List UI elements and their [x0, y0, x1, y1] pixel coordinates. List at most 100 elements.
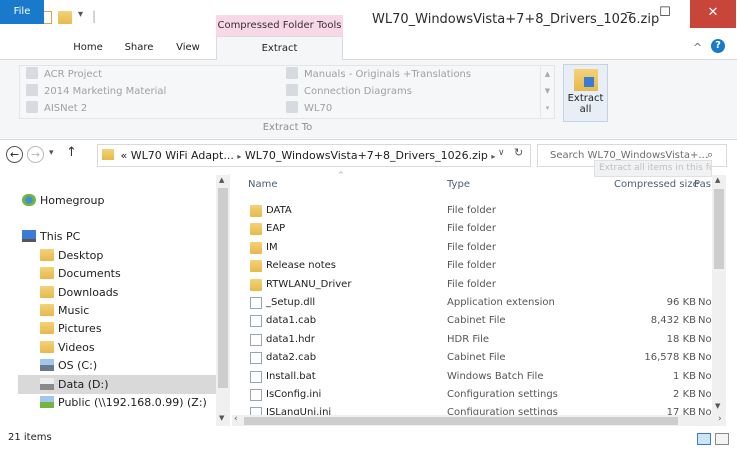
- homegroup-icon: [22, 194, 36, 206]
- destination-item[interactable]: WL70: [286, 100, 332, 117]
- collapse-ribbon-icon[interactable]: ^: [693, 41, 702, 54]
- item-count: 21 items: [8, 432, 52, 443]
- nav-item-pictures[interactable]: Pictures: [40, 320, 102, 338]
- file-row[interactable]: _Setup.dll Application extension 96 KB No: [242, 294, 712, 312]
- file-size: 8,432 KB: [650, 315, 696, 327]
- list-horizontal-scroll-thumb[interactable]: [244, 417, 678, 425]
- nav-item-os-c[interactable]: OS (C:): [40, 357, 97, 375]
- file-row[interactable]: IsConfig.ini Configuration settings 2 KB No: [242, 386, 712, 404]
- computer-icon: [22, 230, 36, 242]
- file-row[interactable]: data1.cab Cabinet File 8,432 KB No: [242, 312, 712, 330]
- folder-row[interactable]: Release notes File folder: [242, 257, 712, 275]
- group-label-extract-to: Extract To: [262, 122, 313, 133]
- nav-item-data-d[interactable]: Data (D:): [40, 376, 109, 394]
- file-type: Application extension: [447, 297, 555, 308]
- file-icon: [250, 333, 262, 346]
- minimize-button[interactable]: –: [614, 0, 644, 28]
- recent-locations-icon[interactable]: ▾: [49, 148, 54, 158]
- refresh-icon[interactable]: ↻: [514, 146, 523, 159]
- nav-item-documents[interactable]: Documents: [40, 265, 121, 283]
- scroll-up-icon[interactable]: ▲: [715, 176, 720, 184]
- folder-row[interactable]: DATA File folder: [242, 202, 712, 220]
- file-name: Install.bat: [266, 370, 316, 382]
- breadcrumb-segment[interactable]: WL70 WiFi Adapt...: [131, 149, 234, 162]
- destination-item[interactable]: AISNet 2: [26, 100, 87, 117]
- folder-icon: [286, 67, 298, 79]
- file-row[interactable]: data1.hdr HDR File 18 KB No: [242, 331, 712, 349]
- destination-item[interactable]: Connection Diagrams: [286, 83, 412, 100]
- sort-indicator-icon: ^: [338, 171, 344, 179]
- scroll-right-icon[interactable]: ›: [718, 414, 722, 424]
- destination-item[interactable]: 2014 Marketing Material: [26, 83, 166, 100]
- list-vertical-scroll-thumb[interactable]: [714, 189, 724, 269]
- destination-item[interactable]: ACR Project: [26, 66, 102, 83]
- pictures-folder-icon: [40, 322, 54, 334]
- column-header-name[interactable]: Name: [248, 179, 278, 190]
- file-type: File folder: [447, 241, 496, 253]
- file-type: File folder: [447, 260, 496, 272]
- file-type: Cabinet File: [447, 352, 506, 364]
- drive-icon: [40, 359, 54, 371]
- nav-item-public-z[interactable]: Public (\\192.168.0.99) (Z:): [40, 394, 207, 412]
- file-type: File folder: [447, 205, 496, 216]
- breadcrumb-segment[interactable]: WL70_WindowsVista+7+8_Drivers_1026.zip: [245, 149, 488, 162]
- tab-extract[interactable]: Extract: [216, 36, 343, 61]
- address-bar[interactable]: « WL70 WiFi Adapt... ▸ WL70_WindowsVista…: [97, 144, 531, 167]
- file-type: File folder: [447, 223, 496, 235]
- scroll-up-icon[interactable]: ▲: [219, 176, 224, 184]
- column-header-compressed-size[interactable]: Compressed size: [614, 179, 699, 190]
- tab-home[interactable]: Home: [68, 36, 108, 60]
- drive-icon: [40, 378, 54, 390]
- details-view-icon[interactable]: [697, 433, 711, 445]
- scroll-down-icon[interactable]: ▼: [219, 414, 224, 422]
- address-dropdown-icon[interactable]: ∨: [498, 148, 505, 158]
- file-row[interactable]: data2.cab Cabinet File 16,578 KB No: [242, 349, 712, 367]
- help-icon[interactable]: ?: [711, 39, 725, 53]
- nav-scroll-thumb[interactable]: [218, 188, 228, 388]
- file-icon: [250, 389, 262, 401]
- file-size: 1 KB: [673, 370, 696, 382]
- scroll-left-icon[interactable]: ‹: [234, 414, 238, 424]
- folder-row[interactable]: RTWLANU_Driver File folder: [242, 276, 712, 294]
- destination-item[interactable]: Manuals - Originals +Translations: [286, 66, 471, 83]
- back-icon[interactable]: ←: [6, 146, 23, 163]
- tab-file[interactable]: File: [0, 0, 44, 24]
- maximize-button[interactable]: ☐: [650, 0, 680, 28]
- nav-item-downloads[interactable]: Downloads: [40, 284, 118, 302]
- extract-all-button[interactable]: Extract all: [563, 64, 608, 122]
- close-button[interactable]: ✕: [690, 0, 736, 28]
- chevron-right-icon[interactable]: ▸: [491, 152, 495, 161]
- nav-this-pc[interactable]: This PC: [22, 228, 80, 246]
- nav-item-desktop[interactable]: Desktop: [40, 247, 103, 265]
- column-header-type[interactable]: Type: [447, 179, 470, 190]
- file-name: RTWLANU_Driver: [266, 278, 352, 290]
- folder-icon: [250, 241, 262, 254]
- chevron-right-icon[interactable]: ▸: [237, 152, 241, 161]
- extract-all-icon: [573, 69, 598, 91]
- videos-folder-icon: [40, 341, 54, 353]
- forward-icon[interactable]: →: [27, 146, 44, 163]
- file-type: File folder: [447, 278, 496, 290]
- file-name: IsConfig.ini: [266, 389, 322, 400]
- file-size: 16,578 KB: [644, 352, 696, 364]
- scroll-down-icon[interactable]: ▼: [715, 402, 720, 410]
- nav-homegroup[interactable]: Homegroup: [22, 192, 104, 210]
- nav-item-videos[interactable]: Videos: [40, 339, 95, 357]
- path-overflow[interactable]: «: [121, 149, 128, 162]
- large-icons-view-icon[interactable]: [715, 433, 729, 445]
- new-folder-icon[interactable]: [58, 11, 72, 24]
- folder-icon: [26, 67, 38, 79]
- tab-share[interactable]: Share: [119, 36, 159, 60]
- folder-icon: [26, 101, 38, 113]
- quick-access-dropdown-icon[interactable]: ▾: [78, 9, 83, 20]
- file-row[interactable]: Install.bat Windows Batch File 1 KB No: [242, 368, 712, 386]
- up-icon[interactable]: ↑: [66, 145, 77, 160]
- folder-row[interactable]: IM File folder: [242, 239, 712, 257]
- nav-item-music[interactable]: Music: [40, 302, 89, 320]
- gallery-scroll[interactable]: ▲ ▼ ▾: [540, 66, 554, 118]
- file-size: 96 KB: [666, 297, 696, 308]
- folder-row[interactable]: EAP File folder: [242, 220, 712, 238]
- column-header-password[interactable]: Pas: [694, 179, 711, 190]
- file-type: Cabinet File: [447, 315, 506, 327]
- tab-view[interactable]: View: [168, 36, 208, 60]
